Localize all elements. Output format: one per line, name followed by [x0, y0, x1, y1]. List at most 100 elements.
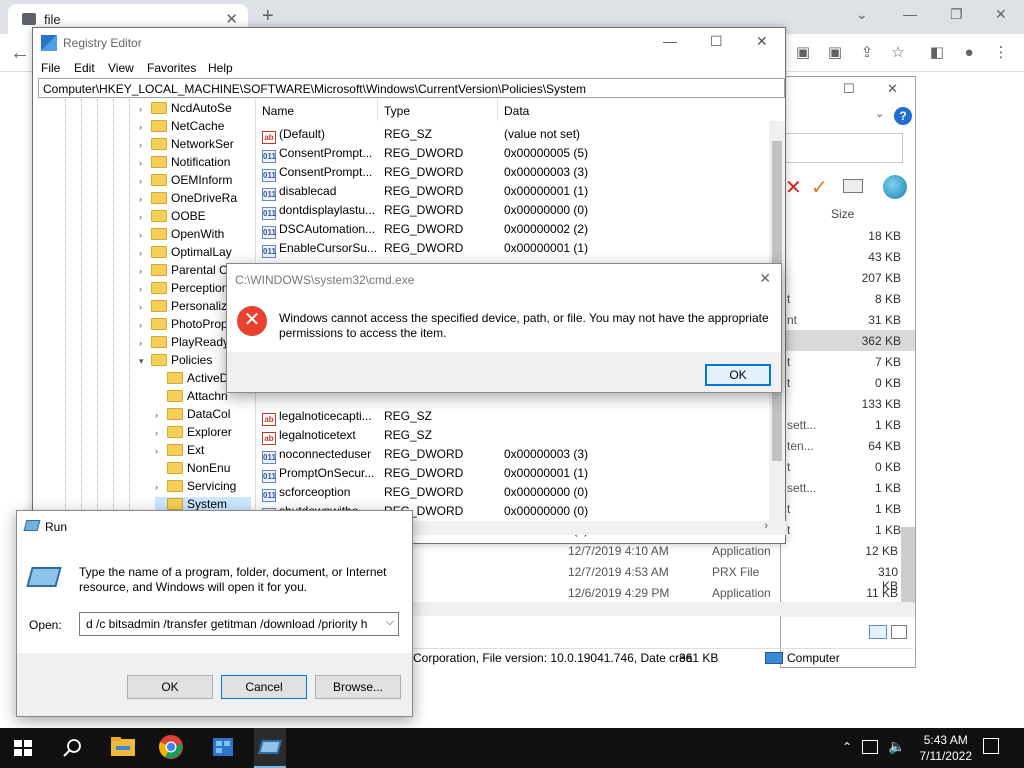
- large-icons-view-icon[interactable]: [891, 625, 907, 639]
- more-menu-icon[interactable]: ⋮: [992, 44, 1010, 62]
- maximize-icon[interactable]: ☐: [710, 33, 723, 50]
- chevron-right-icon[interactable]: ›: [139, 248, 149, 258]
- chevron-right-icon[interactable]: ›: [155, 410, 165, 420]
- delete-icon[interactable]: ✕: [785, 175, 802, 200]
- value-row[interactable]: 011 noconnecteduser REG_DWORD 0x00000003 (3…: [256, 445, 772, 464]
- tree-item[interactable]: › Servicing: [155, 479, 251, 497]
- regedit-taskbar-icon[interactable]: [210, 734, 238, 762]
- menu-edit[interactable]: Edit: [74, 61, 95, 75]
- table-row[interactable]: t 7 KB: [781, 351, 915, 372]
- windows-start-icon[interactable]: [14, 740, 32, 756]
- star-icon[interactable]: ☆: [889, 44, 907, 62]
- tree-item[interactable]: › OEMInform: [139, 173, 232, 191]
- table-row[interactable]: t 8 KB: [781, 288, 915, 309]
- sidebar-icon[interactable]: ◧: [928, 44, 946, 62]
- value-row[interactable]: 011 dontdisplaylastu... REG_DWORD 0x0000000…: [256, 201, 772, 220]
- close-tab-icon[interactable]: ✕: [225, 10, 238, 28]
- table-row[interactable]: 43 KB: [781, 246, 915, 267]
- tree-item[interactable]: › NetworkSer: [139, 137, 234, 155]
- network-icon[interactable]: [862, 740, 878, 754]
- tree-item[interactable]: › Ext: [155, 443, 251, 461]
- menu-favorites[interactable]: Favorites: [147, 61, 196, 75]
- value-row[interactable]: 011 DSCAutomation... REG_DWORD 0x00000002 (…: [256, 220, 772, 239]
- close-icon[interactable]: ✕: [887, 81, 898, 97]
- chevron-up-icon[interactable]: ⌃: [842, 740, 852, 754]
- menu-help[interactable]: Help: [208, 61, 233, 75]
- notifications-icon[interactable]: [983, 738, 999, 754]
- value-row[interactable]: 011 EnableCursorSu... REG_DWORD 0x00000001 …: [256, 239, 772, 258]
- details-view-icon[interactable]: [869, 625, 887, 639]
- search-box[interactable]: [781, 133, 903, 163]
- size-column-header[interactable]: Size: [831, 207, 854, 221]
- value-row[interactable]: 011 disablecad REG_DWORD 0x00000001 (1): [256, 182, 772, 201]
- value-row[interactable]: 011 ConsentPrompt... REG_DWORD 0x00000005 (…: [256, 144, 772, 163]
- chevron-right-icon[interactable]: ›: [139, 140, 149, 150]
- file-row[interactable]: 12/7/2019 4:10 AM Application 12 KB: [568, 544, 914, 564]
- table-row[interactable]: 18 KB: [781, 225, 915, 246]
- table-row[interactable]: 207 KB: [781, 267, 915, 288]
- table-row[interactable]: ten... 64 KB: [781, 435, 915, 456]
- cast-icon[interactable]: ▣: [794, 44, 812, 62]
- explorer-hscroll[interactable]: [413, 602, 913, 616]
- chrome-icon[interactable]: [158, 734, 186, 762]
- chevron-right-icon[interactable]: ›: [139, 320, 149, 330]
- file-row[interactable]: 12/7/2019 4:53 AM PRX File 310 KB: [568, 565, 914, 593]
- tree-item[interactable]: › PhotoProp: [139, 317, 228, 335]
- column-type[interactable]: Type: [378, 99, 498, 121]
- column-data[interactable]: Data: [498, 99, 770, 121]
- chevron-right-icon[interactable]: ›: [155, 446, 165, 456]
- value-row[interactable]: 011 ConsentPrompt... REG_DWORD 0x00000003 (…: [256, 163, 772, 182]
- tree-item[interactable]: › NetCache: [139, 119, 224, 137]
- restore-icon[interactable]: ❐: [950, 6, 963, 23]
- help-icon[interactable]: ?: [894, 107, 912, 125]
- chevron-down-icon[interactable]: ▾: [139, 356, 149, 367]
- new-tab-button[interactable]: +: [262, 5, 274, 28]
- close-icon[interactable]: ✕: [756, 33, 768, 50]
- profile-icon[interactable]: ●: [960, 44, 978, 62]
- share-icon[interactable]: ⇪: [858, 44, 876, 62]
- blocked-icon[interactable]: ▣: [826, 44, 844, 62]
- file-explorer-icon[interactable]: [110, 734, 138, 762]
- chevron-down-icon[interactable]: ⌄: [875, 107, 884, 120]
- chevron-right-icon[interactable]: ›: [155, 428, 165, 438]
- tree-item[interactable]: › OpenWith: [139, 227, 224, 245]
- tree-item[interactable]: › DataCol: [155, 407, 251, 425]
- table-row[interactable]: 362 KB: [781, 330, 915, 351]
- value-row[interactable]: ab legalnoticecapti... REG_SZ: [256, 407, 772, 426]
- back-arrow-icon[interactable]: ←: [10, 42, 30, 65]
- chevron-right-icon[interactable]: ›: [139, 104, 149, 114]
- chevron-right-icon[interactable]: ›: [139, 266, 149, 276]
- system-clock[interactable]: 5:43 AM 7/11/2022: [920, 732, 973, 764]
- value-row[interactable]: ab legalnoticetext REG_SZ: [256, 426, 772, 445]
- chevron-right-icon[interactable]: ›: [155, 482, 165, 492]
- table-row[interactable]: sett... 1 KB: [781, 414, 915, 435]
- chevron-right-icon[interactable]: ›: [139, 230, 149, 240]
- chevron-right-icon[interactable]: ›: [139, 338, 149, 348]
- volume-icon[interactable]: 🔈: [888, 738, 905, 755]
- minimize-icon[interactable]: —: [663, 33, 677, 49]
- chevron-down-icon[interactable]: ⌵: [386, 616, 394, 629]
- table-row[interactable]: t 0 KB: [781, 456, 915, 477]
- column-name[interactable]: Name: [256, 99, 378, 121]
- tree-item[interactable]: › Explorer: [155, 425, 251, 443]
- run-taskbar-icon[interactable]: [254, 728, 286, 768]
- table-row[interactable]: t 0 KB: [781, 372, 915, 393]
- shell-icon[interactable]: [883, 175, 907, 199]
- tree-item[interactable]: NonEnu: [155, 461, 251, 479]
- value-row[interactable]: 011 PromptOnSecur... REG_DWORD 0x00000001 (…: [256, 464, 772, 483]
- address-bar[interactable]: Computer\HKEY_LOCAL_MACHINE\SOFTWARE\Mic…: [38, 78, 785, 98]
- minimize-window-icon[interactable]: —: [903, 6, 917, 22]
- chevron-right-icon[interactable]: ›: [139, 284, 149, 294]
- cancel-button[interactable]: Cancel: [221, 675, 307, 699]
- table-row[interactable]: sett... 1 KB: [781, 477, 915, 498]
- maximize-icon[interactable]: ☐: [843, 81, 855, 97]
- tree-item[interactable]: › PlayReady: [139, 335, 229, 353]
- open-command-input[interactable]: d /c bitsadmin /transfer getitman /downl…: [79, 612, 399, 636]
- chevron-right-icon[interactable]: ›: [139, 212, 149, 222]
- tree-item[interactable]: › Perception: [139, 281, 228, 299]
- table-row[interactable]: 133 KB: [781, 393, 915, 414]
- chevron-right-icon[interactable]: ›: [139, 158, 149, 168]
- ok-button[interactable]: OK: [705, 364, 771, 386]
- chevron-right-icon[interactable]: ›: [764, 520, 768, 532]
- close-window-icon[interactable]: ✕: [995, 6, 1007, 23]
